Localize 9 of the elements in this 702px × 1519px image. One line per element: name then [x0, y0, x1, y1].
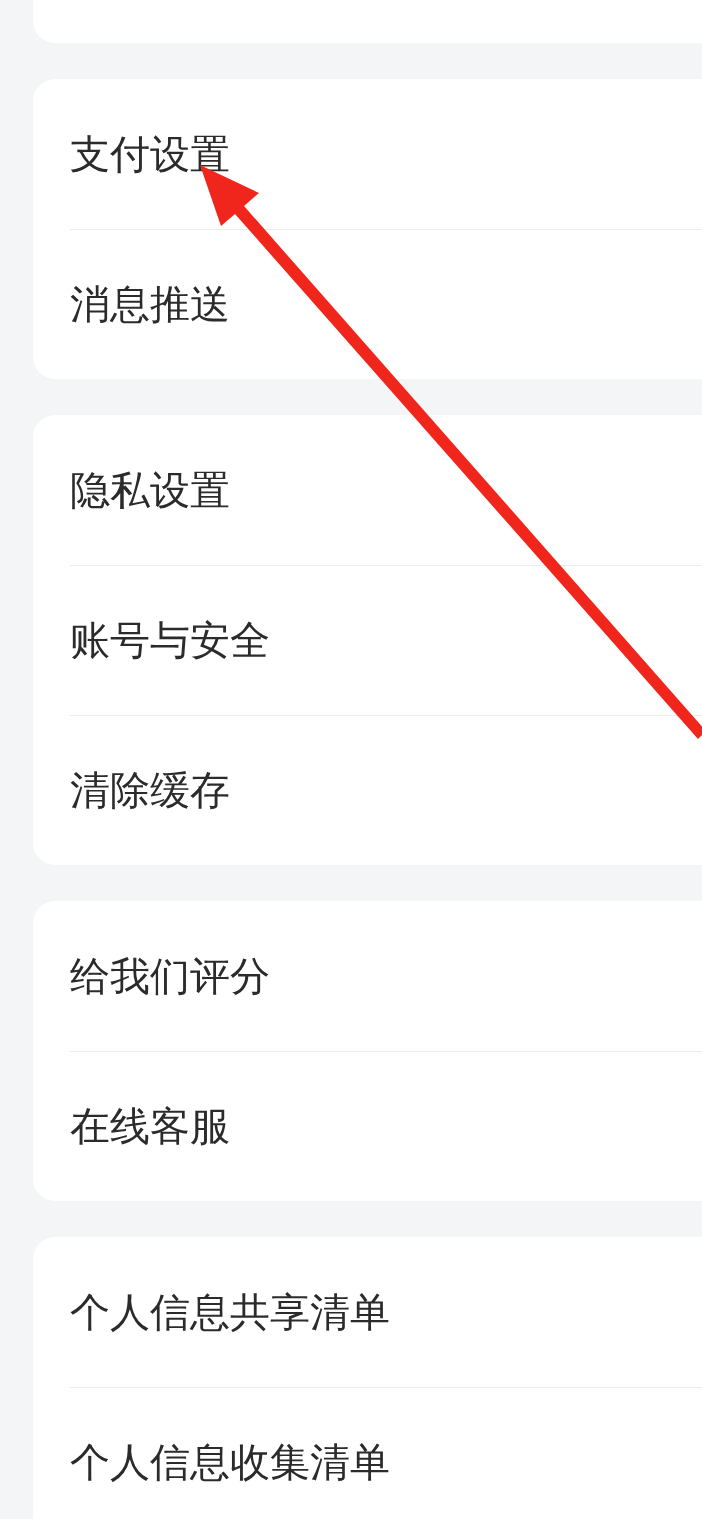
settings-item[interactable]: 支付设置	[70, 126, 230, 182]
settings-item[interactable]: 个人信息共享清单	[70, 1284, 390, 1340]
settings-item[interactable]: 个人信息收集清单	[70, 1435, 390, 1490]
settings-item[interactable]: 账号与安全	[70, 613, 270, 668]
settings-item[interactable]: 在线客服	[70, 1099, 230, 1154]
settings-item[interactable]: 清除缓存	[70, 763, 230, 818]
settings-item[interactable]: 给我们评分	[70, 948, 270, 1004]
settings-item[interactable]: 隐私设置	[70, 462, 230, 518]
settings-item[interactable]: 消息推送	[70, 277, 230, 332]
